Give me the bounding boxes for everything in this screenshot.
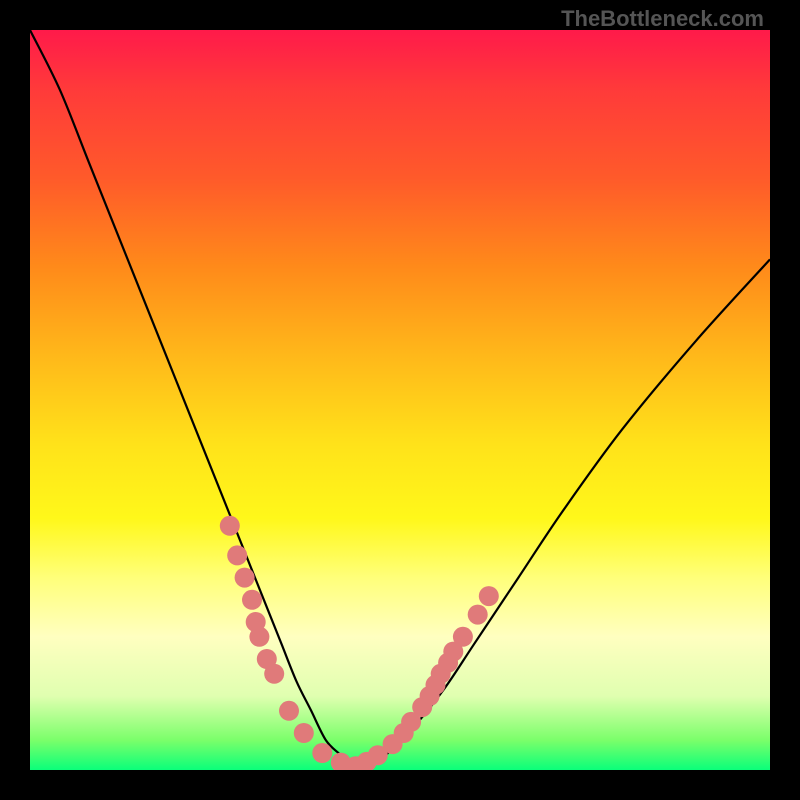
watermark-text: TheBottleneck.com [561,6,764,32]
curve-marker [235,568,255,588]
curve-marker [242,590,262,610]
curve-markers [220,516,499,770]
curve-marker [264,664,284,684]
chart-frame: TheBottleneck.com [0,0,800,800]
curve-marker [227,545,247,565]
curve-marker [468,605,488,625]
chart-overlay [30,30,770,770]
bottleneck-curve-path [30,30,770,770]
curve-marker [479,586,499,606]
curve-marker [294,723,314,743]
curve-marker [453,627,473,647]
curve-marker [220,516,240,536]
curve-marker [312,743,332,763]
curve-marker [279,701,299,721]
curve-marker [249,627,269,647]
plot-area [30,30,770,770]
bottleneck-curve [30,30,770,770]
